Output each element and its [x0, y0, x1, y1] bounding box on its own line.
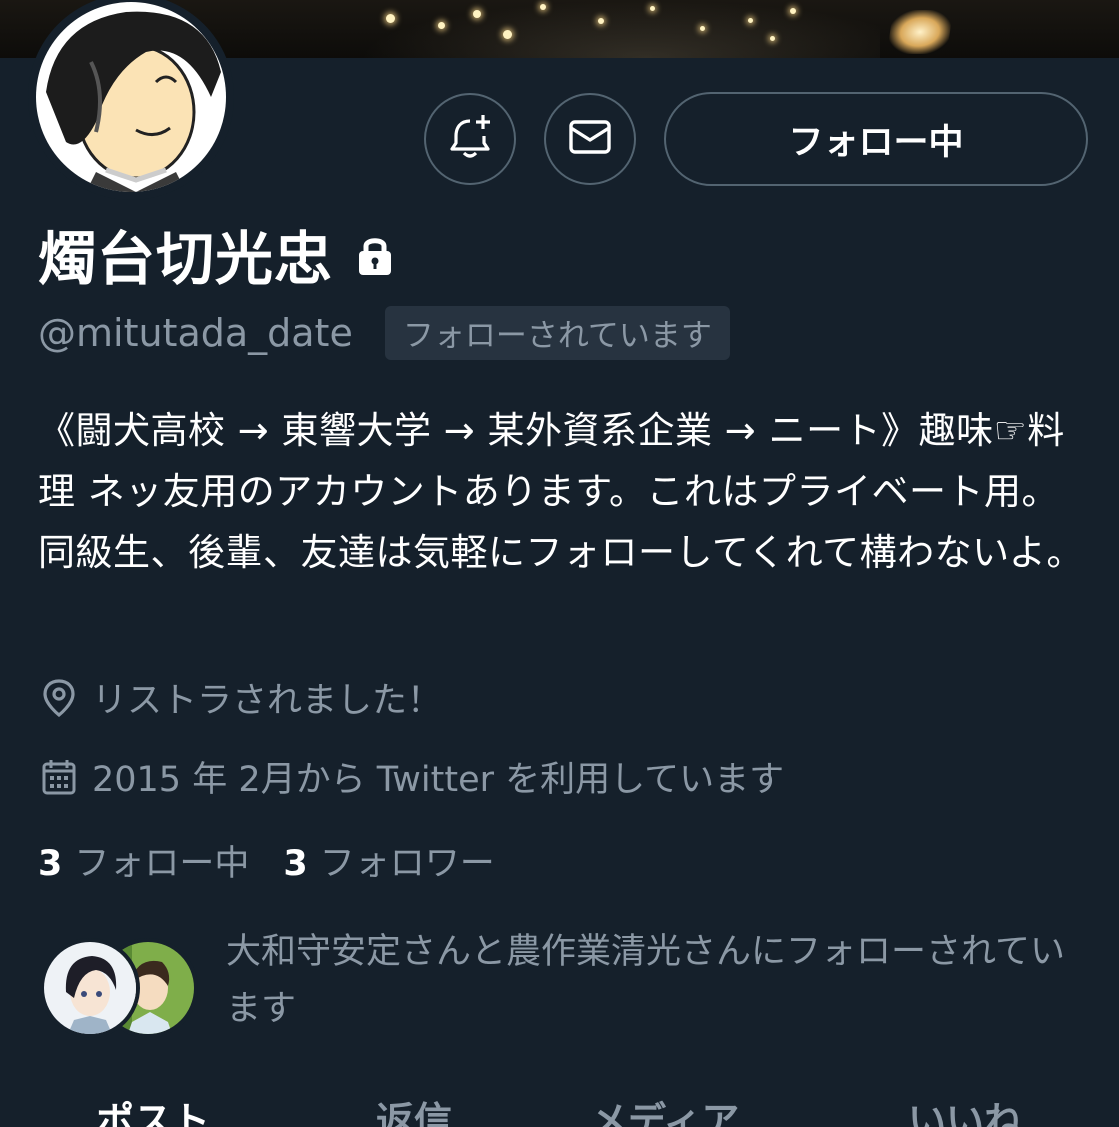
- following-link[interactable]: 3 フォロー中: [38, 835, 249, 886]
- profile-tabs: ポスト 返信 メディア いいね: [0, 1090, 1119, 1127]
- handle-row: @mitutada_date フォローされています: [38, 306, 730, 360]
- mutual-follower-avatar: [40, 938, 140, 1038]
- display-name: 燭台切光忠: [38, 225, 334, 293]
- following-count: 3: [38, 844, 63, 884]
- mutual-followers-avatars[interactable]: [40, 938, 200, 1038]
- mail-icon: [566, 113, 614, 165]
- following-button[interactable]: フォロー中: [664, 92, 1088, 186]
- profile-avatar[interactable]: [28, 0, 234, 200]
- follows-you-badge: フォローされています: [384, 306, 730, 360]
- bell-plus-icon: [445, 112, 495, 166]
- profile-page: フォロー中 燭台切光忠 @mitutada_date フォローされています 《闘…: [0, 0, 1119, 1127]
- followers-count: 3: [283, 844, 308, 884]
- tab-likes[interactable]: いいね: [908, 1090, 1022, 1127]
- mutual-followers-text[interactable]: 大和守安定さんと農作業清光さんにフォローされています: [226, 924, 1086, 1038]
- message-button[interactable]: [544, 93, 636, 185]
- location-text: リストラされました！: [92, 681, 443, 721]
- following-label: フォロー中: [74, 844, 250, 884]
- joined-date-text: 2015 年 2月から Twitter を利用しています: [92, 760, 785, 800]
- tab-media[interactable]: メディア: [590, 1090, 739, 1127]
- followers-link[interactable]: 3 フォロワー: [283, 835, 494, 886]
- notification-subscribe-button[interactable]: [424, 93, 516, 185]
- profile-bio: 《闘犬高校 → 東響大学 → 某外資系企業 → ニート》趣味☞料理 ネッ友用のア…: [38, 409, 1084, 574]
- lock-icon: [355, 233, 395, 281]
- location-pin-icon: [38, 677, 80, 719]
- tab-posts[interactable]: ポスト: [96, 1090, 210, 1127]
- user-handle: @mitutada_date: [38, 311, 353, 355]
- follow-counts: 3 フォロー中 3 フォロワー: [38, 835, 495, 886]
- followers-label: フォロワー: [319, 844, 495, 884]
- tab-replies[interactable]: 返信: [376, 1090, 452, 1127]
- joined-row: 2015 年 2月から Twitter を利用しています: [38, 751, 784, 802]
- name-row: 燭台切光忠: [38, 218, 395, 293]
- calendar-icon: [38, 756, 80, 798]
- location-row: リストラされました！: [38, 672, 442, 723]
